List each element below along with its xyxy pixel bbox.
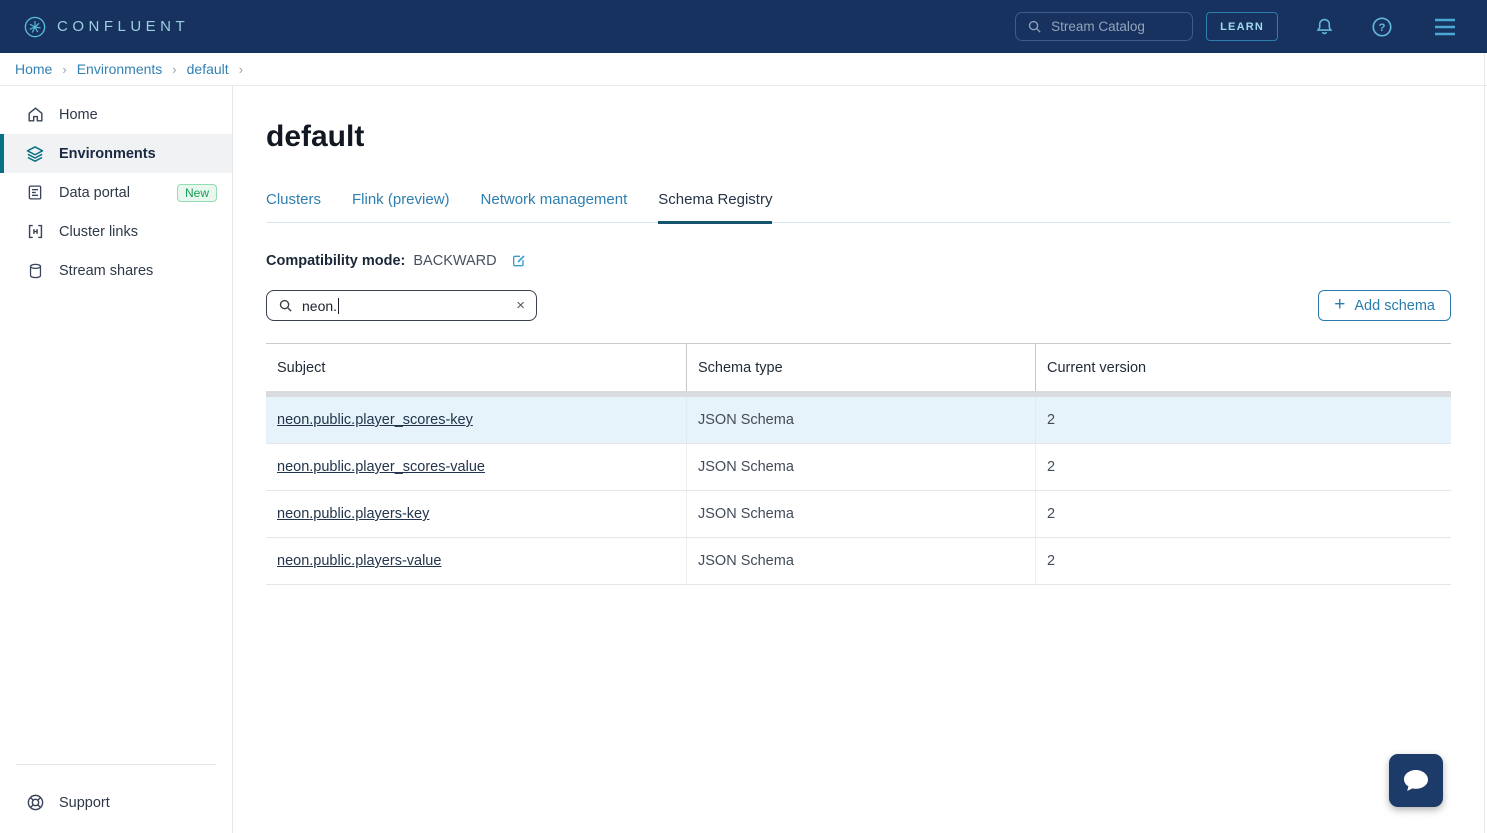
compatibility-mode-row: Compatibility mode: BACKWARD <box>266 253 1451 269</box>
sidebar-item-support[interactable]: Support <box>0 783 232 822</box>
schema-type-cell: JSON Schema <box>687 538 1036 584</box>
add-schema-button[interactable]: + Add schema <box>1318 290 1451 321</box>
sidebar-divider <box>16 764 216 765</box>
breadcrumb-default[interactable]: default <box>187 61 229 77</box>
schemas-table: Subject Schema type Current version neon… <box>266 343 1451 585</box>
sidebar-item-label: Stream shares <box>59 263 153 279</box>
sidebar-item-label: Support <box>59 795 110 811</box>
current-version-cell: 2 <box>1036 397 1451 443</box>
hamburger-icon[interactable] <box>1433 17 1457 37</box>
sidebar-item-label: Home <box>59 107 98 123</box>
subject-link[interactable]: neon.public.players-value <box>277 553 441 569</box>
learn-button[interactable]: LEARN <box>1206 12 1278 41</box>
column-header-schema-type: Schema type <box>687 344 1036 391</box>
schema-type-cell: JSON Schema <box>687 397 1036 443</box>
tab-schema-registry[interactable]: Schema Registry <box>658 191 772 224</box>
text-cursor <box>338 298 339 314</box>
breadcrumb-environments[interactable]: Environments <box>77 61 163 77</box>
chat-bubble-icon <box>1401 767 1431 795</box>
sidebar-item-cluster-links[interactable]: Cluster links <box>0 212 232 251</box>
stream-catalog-search[interactable]: Stream Catalog <box>1015 12 1193 41</box>
cluster-links-icon <box>25 222 45 241</box>
tab-clusters[interactable]: Clusters <box>266 191 321 224</box>
subject-link[interactable]: neon.public.players-key <box>277 506 429 522</box>
column-header-subject: Subject <box>266 344 687 391</box>
breadcrumb-home[interactable]: Home <box>15 61 52 77</box>
schema-type-cell: JSON Schema <box>687 444 1036 490</box>
sidebar-item-home[interactable]: Home <box>0 95 232 134</box>
compatibility-mode-value: BACKWARD <box>413 253 496 269</box>
compatibility-mode-label: Compatibility mode: <box>266 253 405 269</box>
brand-name: CONFLUENT <box>57 18 189 35</box>
current-version-cell: 2 <box>1036 538 1451 584</box>
search-icon <box>1027 19 1042 34</box>
sidebar: Home Environments Data portal New <box>0 86 233 833</box>
layers-icon <box>25 144 45 164</box>
search-placeholder: Stream Catalog <box>1051 19 1145 34</box>
current-version-cell: 2 <box>1036 491 1451 537</box>
table-header: Subject Schema type Current version <box>266 343 1451 391</box>
chevron-right-icon: › <box>62 62 66 77</box>
sidebar-item-data-portal[interactable]: Data portal New <box>0 173 232 212</box>
svg-text:?: ? <box>1379 22 1386 34</box>
subject-link[interactable]: neon.public.player_scores-value <box>277 459 485 475</box>
confluent-logo[interactable]: CONFLUENT <box>24 16 189 38</box>
schema-search-input[interactable]: neon. × <box>266 290 537 321</box>
document-icon <box>25 183 45 202</box>
sidebar-item-stream-shares[interactable]: Stream shares <box>0 251 232 290</box>
chat-widget-button[interactable] <box>1389 754 1443 807</box>
tab-bar: Clusters Flink (preview) Network managem… <box>266 191 1451 223</box>
chevron-right-icon: › <box>172 62 176 77</box>
top-navbar: CONFLUENT Stream Catalog LEARN ? <box>0 0 1487 53</box>
home-icon <box>25 105 45 124</box>
confluent-spark-icon <box>24 16 46 38</box>
search-icon <box>278 298 293 313</box>
sidebar-item-label: Environments <box>59 146 156 162</box>
breadcrumb: Home › Environments › default › <box>0 53 1487 86</box>
table-row[interactable]: neon.public.player_scores-value JSON Sch… <box>266 444 1451 491</box>
help-icon[interactable]: ? <box>1371 16 1393 38</box>
subject-link[interactable]: neon.public.player_scores-key <box>277 412 473 428</box>
schema-type-cell: JSON Schema <box>687 491 1036 537</box>
table-row[interactable]: neon.public.players-key JSON Schema 2 <box>266 491 1451 538</box>
cylinder-icon <box>25 261 45 281</box>
sidebar-item-label: Data portal <box>59 185 130 201</box>
search-input-value: neon. <box>302 298 337 314</box>
tab-flink-preview[interactable]: Flink (preview) <box>352 191 450 224</box>
main-content: default Clusters Flink (preview) Network… <box>233 86 1487 833</box>
sidebar-item-label: Cluster links <box>59 224 138 240</box>
clear-search-icon[interactable]: × <box>516 298 525 313</box>
add-schema-label: Add schema <box>1354 298 1435 314</box>
new-badge: New <box>177 184 217 202</box>
column-header-current-version: Current version <box>1036 344 1451 391</box>
edit-icon[interactable] <box>511 253 527 269</box>
current-version-cell: 2 <box>1036 444 1451 490</box>
table-row[interactable]: neon.public.player_scores-key JSON Schem… <box>266 397 1451 444</box>
table-row[interactable]: neon.public.players-value JSON Schema 2 <box>266 538 1451 585</box>
plus-icon: + <box>1334 295 1345 314</box>
life-ring-icon <box>25 793 45 812</box>
bell-icon[interactable] <box>1314 16 1335 38</box>
chevron-right-icon: › <box>239 62 243 77</box>
schema-toolbar: neon. × + Add schema <box>266 290 1451 321</box>
page-title: default <box>266 120 1451 154</box>
tab-network-management[interactable]: Network management <box>481 191 628 224</box>
sidebar-item-environments[interactable]: Environments <box>0 134 232 173</box>
